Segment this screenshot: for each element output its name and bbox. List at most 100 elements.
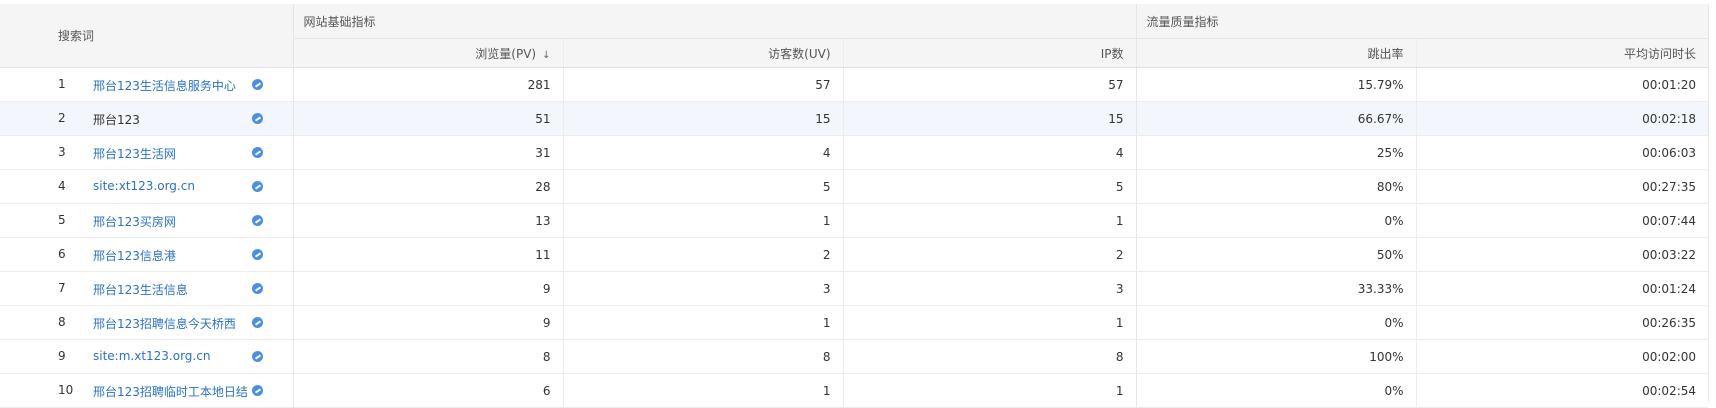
avg-visit-time-cell: 00:03:22 <box>1416 237 1709 272</box>
row-index: 10 <box>58 383 74 397</box>
keyword-link[interactable]: site:m.xt123.org.cn <box>93 349 210 363</box>
keyword-cell: 3 邢台123生活网 <box>0 135 294 170</box>
table-row[interactable]: 3 邢台123生活网 31 4 4 25% 00:06:03 <box>0 135 1709 170</box>
table-row[interactable]: 2 邢台123 51 15 15 66.67% 00:02:18 <box>0 101 1709 136</box>
table-row[interactable]: 8 邢台123招聘信息今天桥西 9 1 1 0% 00:26:35 <box>0 305 1709 340</box>
avg-visit-time-cell: 00:02:00 <box>1416 339 1709 374</box>
uv-cell: 1 <box>563 373 844 408</box>
keyword-link[interactable]: 邢台123 <box>93 111 140 128</box>
ip-cell: 4 <box>843 135 1137 170</box>
bounce-rate-column-header[interactable]: 跳出率 <box>1136 38 1417 68</box>
pv-cell: 11 <box>293 237 564 272</box>
avg-visit-time-cell: 00:07:44 <box>1416 203 1709 238</box>
ip-cell: 2 <box>843 237 1137 272</box>
pv-cell: 13 <box>293 203 564 238</box>
sort-desc-icon[interactable]: ↓ <box>542 50 550 61</box>
row-index: 4 <box>58 179 66 193</box>
keyword-link[interactable]: site:xt123.org.cn <box>93 179 195 193</box>
search-engine-icon[interactable] <box>252 317 263 328</box>
uv-cell: 8 <box>563 339 844 374</box>
ip-cell: 15 <box>843 101 1137 136</box>
uv-cell: 1 <box>563 203 844 238</box>
table-row[interactable]: 1 邢台123生活信息服务中心 281 57 57 15.79% 00:01:20 <box>0 67 1709 102</box>
table-row[interactable]: 5 邢台123买房网 13 1 1 0% 00:07:44 <box>0 203 1709 238</box>
uv-cell: 5 <box>563 169 844 204</box>
search-engine-icon[interactable] <box>252 79 263 90</box>
keyword-cell: 2 邢台123 <box>0 101 294 136</box>
uv-cell: 4 <box>563 135 844 170</box>
keyword-link[interactable]: 邢台123招聘信息今天桥西 <box>93 315 236 332</box>
keyword-report: 搜索词 网站基础指标 流量质量指标 浏览量(PV) ↓ 访客数(UV) IP数 跳… <box>0 0 1716 408</box>
table-row[interactable]: 6 邢台123信息港 11 2 2 50% 00:03:22 <box>0 237 1709 272</box>
bounce-rate-cell: 80% <box>1136 169 1417 204</box>
ip-cell: 1 <box>843 203 1137 238</box>
avg-visit-time-cell: 00:01:24 <box>1416 271 1709 306</box>
bounce-rate-cell: 33.33% <box>1136 271 1417 306</box>
search-engine-icon[interactable] <box>252 385 263 396</box>
uv-cell: 3 <box>563 271 844 306</box>
keyword-cell: 7 邢台123生活信息 <box>0 271 294 306</box>
avg-visit-time-cell: 00:02:54 <box>1416 373 1709 408</box>
keyword-cell: 9 site:m.xt123.org.cn <box>0 339 294 374</box>
ip-cell: 57 <box>843 67 1137 102</box>
keyword-cell: 6 邢台123信息港 <box>0 237 294 272</box>
search-engine-icon[interactable] <box>252 181 263 192</box>
keyword-cell: 10 邢台123招聘临时工本地日结 <box>0 373 294 408</box>
bounce-rate-cell: 66.67% <box>1136 101 1417 136</box>
pv-cell: 28 <box>293 169 564 204</box>
bounce-rate-cell: 0% <box>1136 203 1417 238</box>
search-engine-icon[interactable] <box>252 113 263 124</box>
keyword-table: 搜索词 网站基础指标 流量质量指标 浏览量(PV) ↓ 访客数(UV) IP数 跳… <box>0 4 1709 408</box>
uv-cell: 57 <box>563 67 844 102</box>
table-row[interactable]: 9 site:m.xt123.org.cn 8 8 8 100% 00:02:00 <box>0 339 1709 374</box>
keyword-link[interactable]: 邢台123买房网 <box>93 213 176 230</box>
bounce-rate-cell: 50% <box>1136 237 1417 272</box>
ip-cell: 5 <box>843 169 1137 204</box>
table-row[interactable]: 10 邢台123招聘临时工本地日结 6 1 1 0% 00:02:54 <box>0 373 1709 408</box>
pv-cell: 281 <box>293 67 564 102</box>
row-index: 1 <box>58 77 66 91</box>
pv-cell: 31 <box>293 135 564 170</box>
row-index: 2 <box>58 111 66 125</box>
avg-visit-time-cell: 00:06:03 <box>1416 135 1709 170</box>
row-index: 3 <box>58 145 66 159</box>
pv-column-header[interactable]: 浏览量(PV) ↓ <box>293 38 564 68</box>
keyword-link[interactable]: 邢台123信息港 <box>93 247 176 264</box>
table-row[interactable]: 7 邢台123生活信息 9 3 3 33.33% 00:01:24 <box>0 271 1709 306</box>
keyword-cell: 1 邢台123生活信息服务中心 <box>0 67 294 102</box>
avg-visit-time-cell: 00:01:20 <box>1416 67 1709 102</box>
bounce-rate-cell: 0% <box>1136 305 1417 340</box>
table-row[interactable]: 4 site:xt123.org.cn 28 5 5 80% 00:27:35 <box>0 169 1709 204</box>
row-index: 8 <box>58 315 66 329</box>
pv-cell: 8 <box>293 339 564 374</box>
keyword-cell: 5 邢台123买房网 <box>0 203 294 238</box>
pv-cell: 51 <box>293 101 564 136</box>
row-index: 7 <box>58 281 66 295</box>
row-index: 6 <box>58 247 66 261</box>
quality-metrics-group-header: 流量质量指标 <box>1136 4 1709 39</box>
search-engine-icon[interactable] <box>252 283 263 294</box>
site-metrics-group-header: 网站基础指标 <box>293 4 1137 39</box>
bounce-rate-cell: 100% <box>1136 339 1417 374</box>
avg-visit-time-column-header[interactable]: 平均访问时长 <box>1416 38 1709 68</box>
search-engine-icon[interactable] <box>252 249 263 260</box>
search-engine-icon[interactable] <box>252 215 263 226</box>
table-body: 1 邢台123生活信息服务中心 281 57 57 15.79% 00:01:20 2 邢台12… <box>0 67 1709 408</box>
keyword-cell: 8 邢台123招聘信息今天桥西 <box>0 305 294 340</box>
ip-column-header[interactable]: IP数 <box>843 38 1137 68</box>
search-engine-icon[interactable] <box>252 351 263 362</box>
pv-cell: 6 <box>293 373 564 408</box>
keyword-link[interactable]: 邢台123生活信息服务中心 <box>93 77 236 94</box>
table-right-border <box>1708 4 1709 401</box>
uv-cell: 1 <box>563 305 844 340</box>
uv-column-header[interactable]: 访客数(UV) <box>563 38 844 68</box>
keyword-link[interactable]: 邢台123招聘临时工本地日结 <box>93 383 248 400</box>
bounce-rate-cell: 0% <box>1136 373 1417 408</box>
keyword-column-header: 搜索词 <box>0 4 294 68</box>
avg-visit-time-cell: 00:26:35 <box>1416 305 1709 340</box>
ip-cell: 1 <box>843 373 1137 408</box>
keyword-link[interactable]: 邢台123生活网 <box>93 145 176 162</box>
ip-cell: 1 <box>843 305 1137 340</box>
search-engine-icon[interactable] <box>252 147 263 158</box>
keyword-link[interactable]: 邢台123生活信息 <box>93 281 188 298</box>
